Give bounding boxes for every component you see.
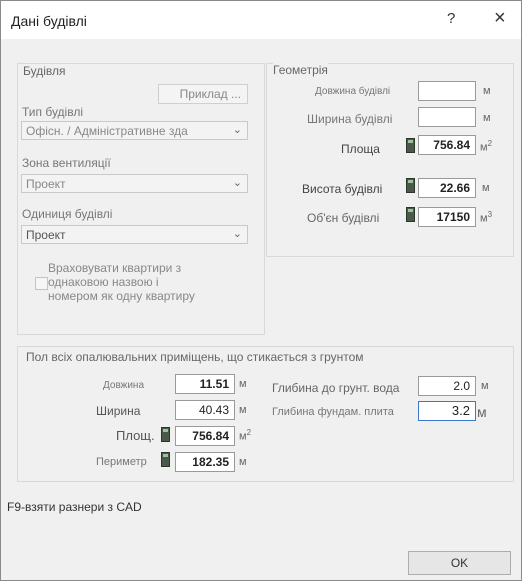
- title-bar: Дані будівлі ? ×: [1, 1, 521, 39]
- apartments-label-line1: Враховувати квартири з: [48, 261, 182, 275]
- building-data-dialog: Дані будівлі ? × Будівля Приклад ... Тип…: [0, 0, 522, 581]
- building-length-label: Довжина будівлі: [315, 86, 391, 97]
- ventilation-zone-value: Проект: [26, 177, 66, 191]
- building-height-input[interactable]: 22.66: [418, 178, 476, 198]
- floor-perimeter-input[interactable]: 182.35: [175, 452, 235, 472]
- building-volume-label: Об'єн будівлі: [307, 211, 380, 225]
- chevron-down-icon: ⌄: [232, 228, 242, 240]
- close-button[interactable]: ×: [494, 7, 506, 30]
- calculator-icon[interactable]: [161, 427, 170, 442]
- calculator-icon[interactable]: [406, 138, 415, 153]
- groundwater-depth-unit: м: [481, 380, 489, 392]
- apartments-label-line3: номером як одну квартиру: [48, 289, 195, 303]
- building-area-label: Площа: [341, 142, 380, 156]
- building-area-unit: м2: [480, 139, 493, 154]
- apartments-label-line2: однаковою назвою і: [48, 275, 159, 289]
- floor-perimeter-unit: м: [239, 456, 247, 468]
- calculator-icon[interactable]: [161, 452, 170, 467]
- ventilation-zone-label: Зона вентиляції: [22, 156, 111, 170]
- chevron-down-icon: ⌄: [232, 124, 242, 136]
- floor-length-input[interactable]: 11.51: [175, 374, 235, 394]
- building-type-label: Тип будівлі: [22, 105, 83, 119]
- floor-area-input[interactable]: 756.84: [175, 426, 235, 446]
- floor-area-unit-exp: 2: [246, 428, 252, 437]
- floor-length-unit: м: [239, 378, 247, 390]
- building-width-label: Ширина будівлі: [307, 112, 393, 126]
- floor-width-unit: м: [239, 404, 247, 416]
- groundwater-depth-input[interactable]: 2.0: [418, 376, 476, 396]
- geometry-group-label: Геометрія: [273, 63, 328, 77]
- floor-width-input[interactable]: 40.43: [175, 400, 235, 420]
- floor-group-label: Пол всіх опалювальних приміщень, що стик…: [26, 350, 364, 364]
- foundation-depth-input[interactable]: 3.2: [418, 401, 476, 421]
- floor-area-unit: м2: [239, 428, 252, 443]
- building-height-unit: м: [482, 182, 490, 194]
- building-type-select[interactable]: Офісн. / Адміністративне зда ⌄: [21, 121, 248, 140]
- calculator-icon[interactable]: [406, 178, 415, 193]
- example-button[interactable]: Приклад ...: [158, 84, 248, 104]
- floor-perimeter-label: Периметр: [96, 456, 147, 468]
- apartments-checkbox[interactable]: [35, 277, 48, 290]
- building-volume-input[interactable]: 17150: [418, 207, 476, 227]
- building-height-label: Висота будівлі: [302, 182, 383, 196]
- building-type-value: Офісн. / Адміністративне зда: [26, 124, 188, 138]
- building-unit-label: Одиниця будівлі: [22, 207, 113, 221]
- building-group-label: Будівля: [23, 64, 66, 78]
- building-area-unit-exp: 2: [487, 139, 493, 148]
- groundwater-depth-label: Глибина до грунт. вода: [272, 381, 400, 395]
- building-length-input[interactable]: [418, 81, 476, 101]
- building-width-input[interactable]: [418, 107, 476, 127]
- help-button[interactable]: ?: [447, 10, 455, 27]
- calculator-icon[interactable]: [406, 207, 415, 222]
- floor-length-label: Довжина: [103, 380, 145, 391]
- building-length-unit: м: [483, 85, 491, 97]
- f9-hint: F9-взяти разнери з CAD: [7, 500, 142, 514]
- chevron-down-icon: ⌄: [232, 177, 242, 189]
- foundation-depth-label: Глибина фундам. плита: [272, 406, 394, 418]
- building-unit-select[interactable]: Проект ⌄: [21, 225, 248, 244]
- building-width-unit: м: [483, 112, 491, 124]
- building-unit-value: Проект: [26, 228, 66, 242]
- building-area-input[interactable]: 756.84: [418, 135, 476, 155]
- ok-button[interactable]: OK: [408, 551, 511, 575]
- dialog-title: Дані будівлі: [11, 13, 87, 29]
- ventilation-zone-select[interactable]: Проект ⌄: [21, 174, 248, 193]
- building-volume-unit-exp: 3: [487, 210, 493, 219]
- foundation-depth-unit: м: [477, 404, 487, 420]
- floor-width-label: Ширина: [96, 404, 141, 418]
- building-volume-unit: м3: [480, 210, 493, 225]
- floor-area-label: Площ.: [116, 428, 155, 443]
